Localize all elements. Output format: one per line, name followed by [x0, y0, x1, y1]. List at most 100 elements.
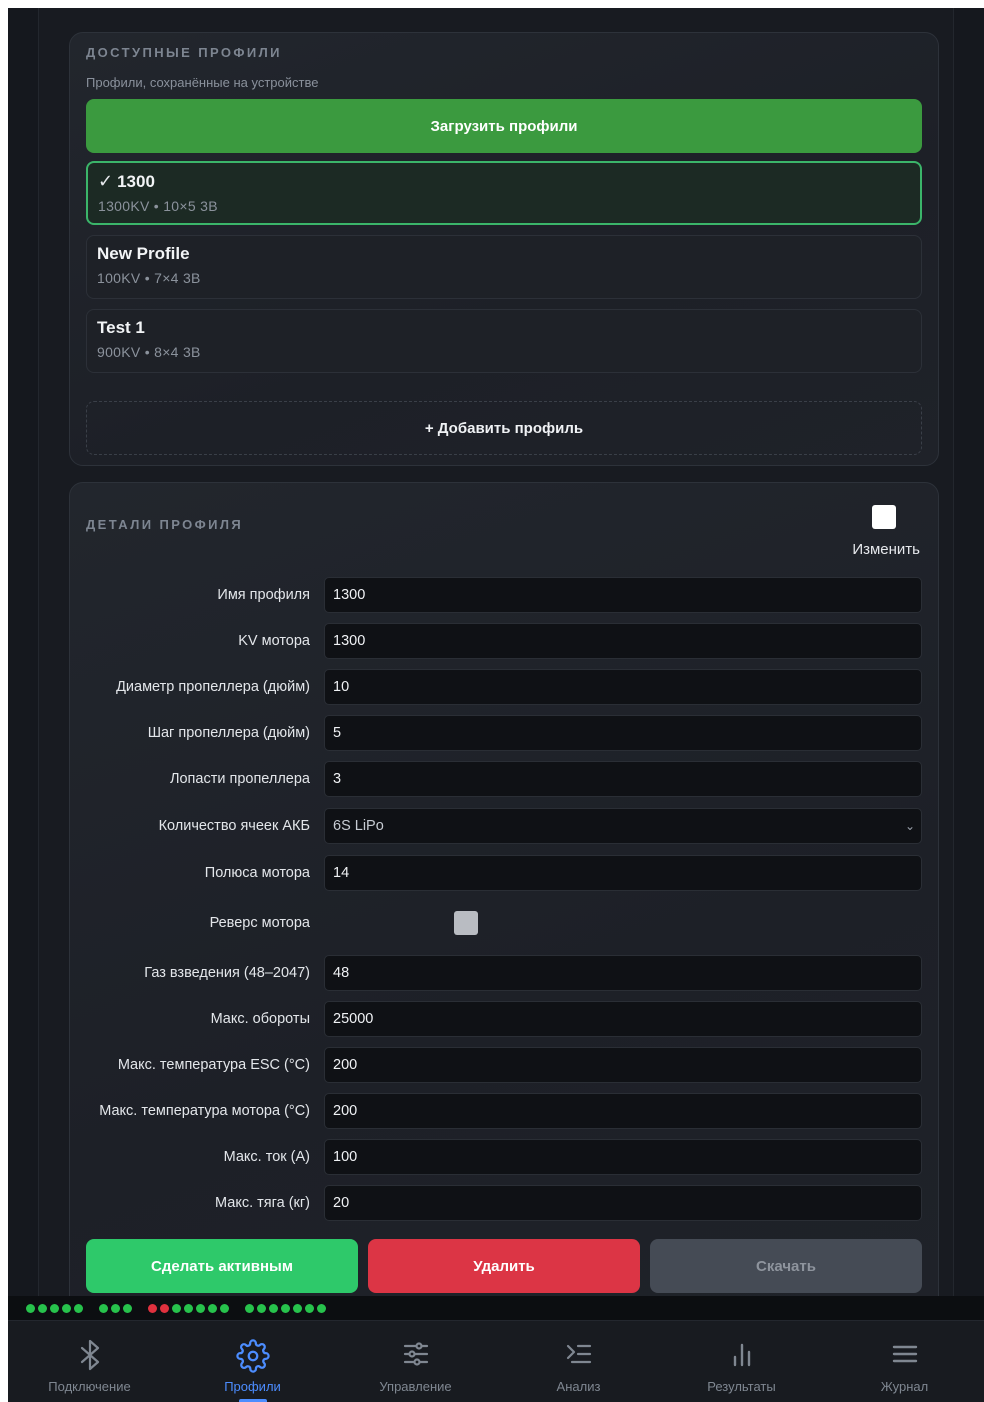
status-dot [50, 1303, 59, 1313]
status-dot [111, 1303, 120, 1313]
profile-name-row: ✓ 1300 [98, 171, 910, 192]
prop-pitch-input[interactable]: 5 [324, 715, 922, 751]
field-label: KV мотора [238, 633, 310, 649]
profile-name-input[interactable]: 1300 [324, 577, 922, 613]
field-max-current: Макс. ток (A) 100 [70, 1139, 940, 1175]
nav-item-analysis[interactable]: Анализ [497, 1321, 660, 1402]
main-content: Доступные профили Профили, сохранённые н… [38, 8, 954, 1312]
field-profile-name: Имя профиля 1300 [70, 577, 940, 613]
nav-item-connection[interactable]: Подключение [8, 1321, 171, 1402]
profile-meta: 100KV • 7×4 3В [97, 270, 201, 286]
field-label: Газ взведения (48–2047) [144, 965, 310, 981]
field-label: Лопасти пропеллера [169, 771, 310, 787]
status-dot [317, 1303, 326, 1313]
profile-item-1300[interactable]: ✓ 1300 1300KV • 10×5 3В [86, 161, 922, 225]
status-dot [184, 1303, 193, 1313]
profiles-card: Доступные профили Профили, сохранённые н… [69, 32, 939, 466]
profile-meta: 900KV • 8×4 3В [97, 344, 201, 360]
field-label: Макс. температура ESC (°C) [117, 1057, 310, 1073]
max-thrust-input[interactable]: 20 [324, 1185, 922, 1221]
app-screen: Доступные профили Профили, сохранённые н… [8, 8, 984, 1402]
status-dot [99, 1303, 108, 1313]
bottom-nav: Подключение Профили Управление Анализ Ре… [8, 1320, 984, 1402]
sliders-icon [401, 1339, 431, 1374]
prop-blades-input[interactable]: 3 [324, 761, 922, 797]
make-active-button[interactable]: Сделать активным [86, 1239, 358, 1293]
max-rpm-input[interactable]: 25000 [324, 1001, 922, 1037]
profile-meta: 1300KV • 10×5 3В [98, 198, 218, 214]
download-button[interactable]: Скачать [650, 1239, 922, 1293]
edit-checkbox[interactable] [872, 505, 896, 529]
delete-button[interactable]: Удалить [368, 1239, 640, 1293]
field-label: Макс. ток (A) [223, 1149, 310, 1165]
field-label: Имя профиля [217, 587, 310, 603]
nav-label: Результаты [707, 1379, 776, 1394]
nav-label: Журнал [880, 1379, 929, 1394]
status-dot [26, 1303, 35, 1313]
profile-item-new-profile[interactable]: New Profile 100KV • 7×4 3В [86, 235, 922, 299]
nav-item-profiles[interactable]: Профили [171, 1321, 334, 1402]
edit-label: Изменить [852, 541, 920, 558]
profile-name: 1300 [117, 171, 155, 191]
field-label: Макс. температура мотора (°C) [99, 1103, 310, 1119]
add-profile-button[interactable]: + Добавить профиль [86, 401, 922, 455]
motor-kv-input[interactable]: 1300 [324, 623, 922, 659]
status-dot [123, 1303, 132, 1313]
field-prop-diameter: Диаметр пропеллера (дюйм) 10 [70, 669, 940, 705]
field-label: Макс. тяга (кг) [215, 1195, 310, 1211]
status-dot [257, 1303, 266, 1313]
profiles-subtitle: Профили, сохранённые на устройстве [86, 75, 319, 90]
status-dot [281, 1303, 290, 1313]
motor-reverse-checkbox[interactable] [454, 911, 478, 935]
status-dot [160, 1303, 169, 1313]
max-current-input[interactable]: 100 [324, 1139, 922, 1175]
status-indicator-strip [8, 1296, 984, 1320]
motor-poles-input[interactable]: 14 [324, 855, 922, 891]
nav-item-control[interactable]: Управление [334, 1321, 497, 1402]
profile-details-card: Детали профиля Изменить Имя профиля 1300… [69, 482, 939, 1312]
chevron-down-icon: ⌄ [904, 819, 915, 833]
menu-icon [890, 1339, 920, 1374]
nav-label: Управление [379, 1379, 452, 1394]
profiles-section-title: Доступные профили [86, 45, 282, 60]
status-dot-group [245, 1303, 326, 1313]
bar-chart-icon [727, 1339, 757, 1374]
field-arm-throttle: Газ взведения (48–2047) 48 [70, 955, 940, 991]
max-esc-temp-input[interactable]: 200 [324, 1047, 922, 1083]
nav-label: Подключение [48, 1379, 131, 1394]
nav-item-results[interactable]: Результаты [660, 1321, 823, 1402]
status-dot [148, 1303, 157, 1313]
edit-toggle[interactable]: Изменить [830, 501, 920, 561]
nav-label: Профили [224, 1379, 281, 1394]
status-dot [38, 1303, 47, 1313]
profile-item-test-1[interactable]: Test 1 900KV • 8×4 3В [86, 309, 922, 373]
bluetooth-icon [76, 1339, 104, 1376]
status-dot [208, 1303, 217, 1313]
gear-icon [235, 1339, 270, 1378]
field-motor-reverse: Реверс мотора [70, 905, 940, 941]
status-dot [220, 1303, 229, 1313]
load-profiles-button[interactable]: Загрузить профили [86, 99, 922, 153]
prop-diameter-input[interactable]: 10 [324, 669, 922, 705]
status-dot-group [26, 1303, 83, 1313]
battery-cells-select[interactable]: 6S LiPo ⌄ [324, 808, 922, 844]
field-label: Шаг пропеллера (дюйм) [147, 725, 310, 741]
field-max-rpm: Макс. обороты 25000 [70, 1001, 940, 1037]
field-max-esc-temp: Макс. температура ESC (°C) 200 [70, 1047, 940, 1083]
field-label: Количество ячеек АКБ [158, 818, 310, 834]
status-dot-group [99, 1303, 132, 1313]
field-motor-poles: Полюса мотора 14 [70, 855, 940, 891]
field-max-motor-temp: Макс. температура мотора (°C) 200 [70, 1093, 940, 1129]
status-dot [196, 1303, 205, 1313]
field-label: Реверс мотора [209, 915, 310, 931]
nav-item-log[interactable]: Журнал [823, 1321, 984, 1402]
max-motor-temp-input[interactable]: 200 [324, 1093, 922, 1129]
arm-throttle-input[interactable]: 48 [324, 955, 922, 991]
nav-label: Анализ [556, 1379, 601, 1394]
field-label: Полюса мотора [204, 865, 310, 881]
field-battery-cells: Количество ячеек АКБ 6S LiPo ⌄ [70, 808, 940, 844]
status-dot [269, 1303, 278, 1313]
profile-name: Test 1 [97, 318, 145, 337]
field-label: Диаметр пропеллера (дюйм) [116, 679, 310, 695]
check-icon: ✓ [98, 171, 114, 191]
